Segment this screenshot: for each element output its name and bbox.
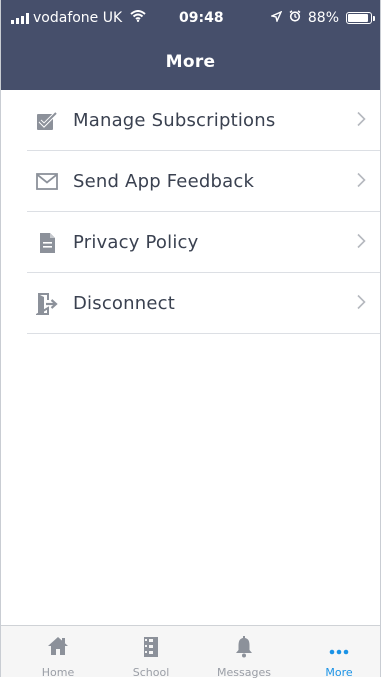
envelope-icon: [35, 170, 59, 194]
status-time: 09:48: [179, 10, 224, 26]
location-arrow-icon: [269, 10, 283, 26]
tab-messages[interactable]: Messages: [204, 626, 284, 679]
status-right: 88%: [269, 10, 375, 26]
home-icon: [47, 636, 69, 660]
tab-school[interactable]: School: [111, 626, 191, 679]
tab-home[interactable]: Home: [18, 626, 98, 679]
school-icon: [143, 636, 159, 662]
battery-percent: 88%: [307, 10, 339, 26]
menu-item-label: Privacy Policy: [73, 232, 199, 253]
tab-label: School: [132, 666, 170, 679]
menu-item-manage-subscriptions[interactable]: Manage Subscriptions: [1, 90, 380, 151]
chevron-right-icon: [357, 294, 366, 313]
document-icon: [35, 231, 59, 255]
menu-item-disconnect[interactable]: Disconnect: [1, 273, 380, 334]
menu-item-label: Disconnect: [73, 293, 175, 314]
menu-item-privacy-policy[interactable]: Privacy Policy: [1, 212, 380, 273]
menu-item-label: Manage Subscriptions: [73, 110, 276, 131]
menu-item-label: Send App Feedback: [73, 171, 255, 192]
status-bar: vodafone UK 09:48 88%: [1, 0, 380, 34]
chevron-right-icon: [357, 233, 366, 252]
carrier-name: vodafone UK: [33, 10, 123, 26]
checkbox-icon: [35, 109, 59, 133]
tab-bar: Home School Messages More: [1, 625, 380, 679]
tab-label: Messages: [217, 666, 271, 679]
chevron-right-icon: [357, 111, 366, 130]
tab-label: More: [325, 666, 353, 679]
more-dots-icon: [329, 640, 349, 659]
signal-icon: [11, 12, 29, 24]
app-screen: vodafone UK 09:48 88% More Manage Subscr…: [0, 0, 381, 679]
chevron-right-icon: [357, 172, 366, 191]
menu-list: Manage Subscriptions Send App Feedback P…: [1, 90, 380, 334]
status-left: vodafone UK: [11, 10, 146, 26]
menu-item-send-app-feedback[interactable]: Send App Feedback: [1, 151, 380, 212]
battery-icon: [346, 12, 375, 24]
wifi-icon: [130, 10, 146, 26]
tab-more[interactable]: More: [299, 626, 379, 679]
page-title: More: [165, 52, 216, 72]
tab-label: Home: [41, 666, 75, 679]
sign-out-icon: [35, 292, 59, 316]
header-bar: vodafone UK 09:48 88% More: [1, 0, 380, 90]
bell-icon: [234, 636, 254, 662]
alarm-icon: [289, 10, 301, 26]
